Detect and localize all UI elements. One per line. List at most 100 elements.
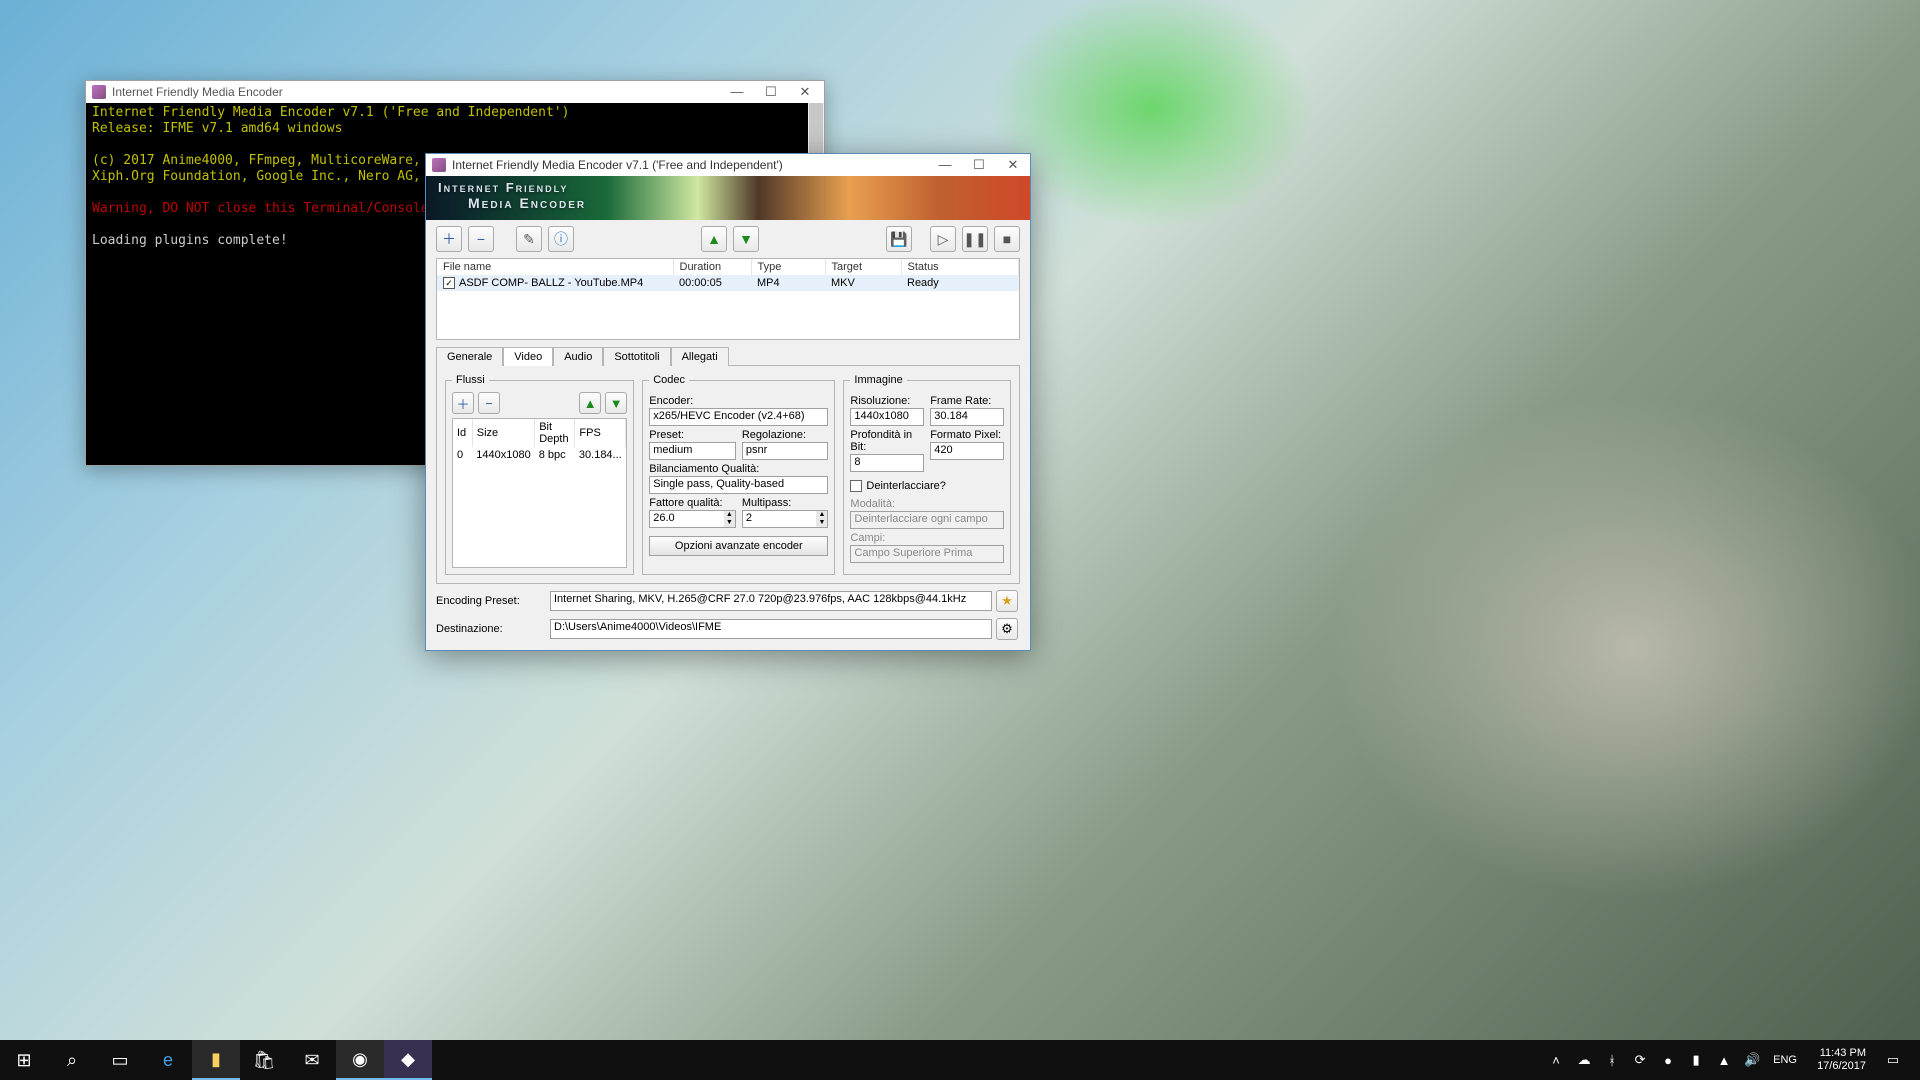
col-status[interactable]: Status — [901, 259, 1019, 275]
encoder-window: Internet Friendly Media Encoder v7.1 ('F… — [425, 153, 1031, 651]
save-queue-button[interactable]: 💾 — [886, 226, 912, 252]
flussi-list[interactable]: Id Size Bit Depth FPS 0 1440x1080 8 bpc … — [452, 418, 627, 568]
col-target[interactable]: Target — [825, 259, 901, 275]
encoder-select[interactable]: x265/HEVC Encoder (v2.4+68) — [649, 408, 828, 426]
add-file-button[interactable]: ＋ — [436, 226, 462, 252]
flussi-col-bitdepth[interactable]: Bit Depth — [535, 419, 575, 447]
bottom-bar: Encoding Preset: Internet Sharing, MKV, … — [436, 590, 1020, 640]
tab-audio[interactable]: Audio — [553, 347, 603, 366]
file-row-checkbox[interactable]: ✓ — [443, 277, 455, 289]
console-line: Release: IFME v7.1 amd64 windows — [92, 121, 818, 137]
tab-sottotitoli[interactable]: Sottotitoli — [603, 347, 670, 366]
risoluzione-select[interactable]: 1440x1080 — [850, 408, 924, 426]
remove-file-button[interactable]: − — [468, 226, 494, 252]
fattore-spinner[interactable]: ▲▼ — [724, 510, 736, 528]
taskbar-mail[interactable]: ✉ — [288, 1040, 336, 1080]
file-row-target: MKV — [825, 275, 901, 291]
tools-button[interactable]: ✎ — [516, 226, 542, 252]
modalita-select: Deinterlacciare ogni campo — [850, 511, 1004, 529]
fattore-input[interactable]: 26.0 — [649, 510, 724, 528]
taskbar-clock[interactable]: 11:43 PM 17/6/2017 — [1809, 1047, 1874, 1073]
file-row[interactable]: ✓ASDF COMP- BALLZ - YouTube.MP4 00:00:05… — [437, 275, 1019, 291]
start-button[interactable]: ▷ — [930, 226, 956, 252]
move-down-button[interactable]: ▼ — [733, 226, 759, 252]
console-minimize-button[interactable]: — — [720, 82, 754, 102]
flussi-remove-button[interactable]: − — [478, 392, 500, 414]
console-titlebar[interactable]: Internet Friendly Media Encoder — ☐ ✕ — [86, 81, 824, 103]
codec-legend: Codec — [649, 374, 689, 386]
move-up-button[interactable]: ▲ — [701, 226, 727, 252]
regolazione-select[interactable]: psnr — [742, 442, 829, 460]
taskbar-edge[interactable]: e — [144, 1040, 192, 1080]
formato-label: Formato Pixel: — [930, 429, 1004, 441]
taskbar-store[interactable]: 🛍 — [240, 1040, 288, 1080]
tray-wifi-icon[interactable]: ▲ — [1715, 1053, 1733, 1068]
preset-select[interactable]: medium — [649, 442, 736, 460]
tray-app-icon[interactable]: ● — [1659, 1053, 1677, 1068]
start-button[interactable]: ⊞ — [0, 1040, 48, 1080]
action-center-icon[interactable]: ▭ — [1884, 1052, 1902, 1068]
deinterlace-checkbox[interactable] — [850, 480, 862, 492]
profondita-select[interactable]: 8 — [850, 454, 924, 472]
flussi-up-button[interactable]: ▲ — [579, 392, 601, 414]
bilanciamento-select[interactable]: Single pass, Quality-based — [649, 476, 828, 494]
taskbar-chrome[interactable]: ◉ — [336, 1040, 384, 1080]
bilanciamento-label: Bilanciamento Qualità: — [649, 463, 828, 475]
encoder-minimize-button[interactable]: — — [928, 155, 962, 175]
stop-button[interactable]: ■ — [994, 226, 1020, 252]
flussi-col-size[interactable]: Size — [472, 419, 534, 447]
col-filename[interactable]: File name — [437, 259, 673, 275]
formato-select[interactable]: 420 — [930, 442, 1004, 460]
multipass-spinner[interactable]: ▲▼ — [816, 510, 828, 528]
taskbar-ifme[interactable]: ◆ — [384, 1040, 432, 1080]
file-row-status: Ready — [901, 275, 1019, 291]
tray-bluetooth-icon[interactable]: ᚼ — [1603, 1053, 1621, 1068]
encoder-maximize-button[interactable]: ☐ — [962, 155, 996, 175]
file-row-type: MP4 — [751, 275, 825, 291]
tab-video[interactable]: Video — [503, 347, 553, 366]
flussi-add-button[interactable]: ＋ — [452, 392, 474, 414]
destination-browse-button[interactable]: ⚙ — [996, 618, 1018, 640]
task-view-button[interactable]: ▭ — [96, 1040, 144, 1080]
flussi-row-size: 1440x1080 — [472, 447, 534, 463]
tray-sync-icon[interactable]: ⟳ — [1631, 1052, 1649, 1068]
tab-allegati[interactable]: Allegati — [671, 347, 729, 366]
console-maximize-button[interactable]: ☐ — [754, 82, 788, 102]
taskbar-explorer[interactable]: ▮ — [192, 1040, 240, 1080]
encoder-close-button[interactable]: ✕ — [996, 155, 1030, 175]
flussi-legend: Flussi — [452, 374, 489, 386]
main-toolbar: ＋ − ✎ ⓘ ▲ ▼ 💾 ▷ ❚❚ ■ — [426, 220, 1030, 258]
console-scroll-thumb[interactable] — [809, 103, 823, 153]
flussi-group: Flussi ＋ − ▲ ▼ Id Size Bit Depth FPS — [445, 374, 634, 575]
tray-language[interactable]: ENG — [1771, 1054, 1799, 1066]
immagine-legend: Immagine — [850, 374, 906, 386]
framerate-select[interactable]: 30.184 — [930, 408, 1004, 426]
tab-generale[interactable]: Generale — [436, 347, 503, 366]
flussi-col-id[interactable]: Id — [453, 419, 472, 447]
encoder-titlebar[interactable]: Internet Friendly Media Encoder v7.1 ('F… — [426, 154, 1030, 176]
file-row-name: ASDF COMP- BALLZ - YouTube.MP4 — [459, 277, 643, 289]
banner-line-1: Internet Friendly — [438, 180, 1018, 195]
tray-battery-icon[interactable]: ▮ — [1687, 1052, 1705, 1068]
tray-onedrive-icon[interactable]: ☁ — [1575, 1052, 1593, 1068]
advanced-encoder-button[interactable]: Opzioni avanzate encoder — [649, 536, 828, 556]
encoding-preset-select[interactable]: Internet Sharing, MKV, H.265@CRF 27.0 72… — [550, 591, 992, 611]
flussi-down-button[interactable]: ▼ — [605, 392, 627, 414]
tray-volume-icon[interactable]: 🔊 — [1743, 1052, 1761, 1068]
modalita-label: Modalità: — [850, 498, 1004, 510]
search-button[interactable]: ⌕ — [48, 1040, 96, 1080]
profondita-label: Profondità in Bit: — [850, 429, 924, 453]
pause-button[interactable]: ❚❚ — [962, 226, 988, 252]
col-duration[interactable]: Duration — [673, 259, 751, 275]
destination-input[interactable]: D:\Users\Anime4000\Videos\IFME — [550, 619, 992, 639]
col-type[interactable]: Type — [751, 259, 825, 275]
info-button[interactable]: ⓘ — [548, 226, 574, 252]
multipass-input[interactable]: 2 — [742, 510, 817, 528]
console-close-button[interactable]: ✕ — [788, 82, 822, 102]
file-list[interactable]: File name Duration Type Target Status ✓ A… — [436, 258, 1020, 340]
flussi-row[interactable]: 0 1440x1080 8 bpc 30.184... — [453, 447, 626, 463]
tray-chevron-icon[interactable]: ˄ — [1547, 1053, 1565, 1068]
preset-favorite-button[interactable]: ★ — [996, 590, 1018, 612]
flussi-col-fps[interactable]: FPS — [575, 419, 626, 447]
tab-video-pane: Flussi ＋ − ▲ ▼ Id Size Bit Depth FPS — [436, 365, 1020, 584]
